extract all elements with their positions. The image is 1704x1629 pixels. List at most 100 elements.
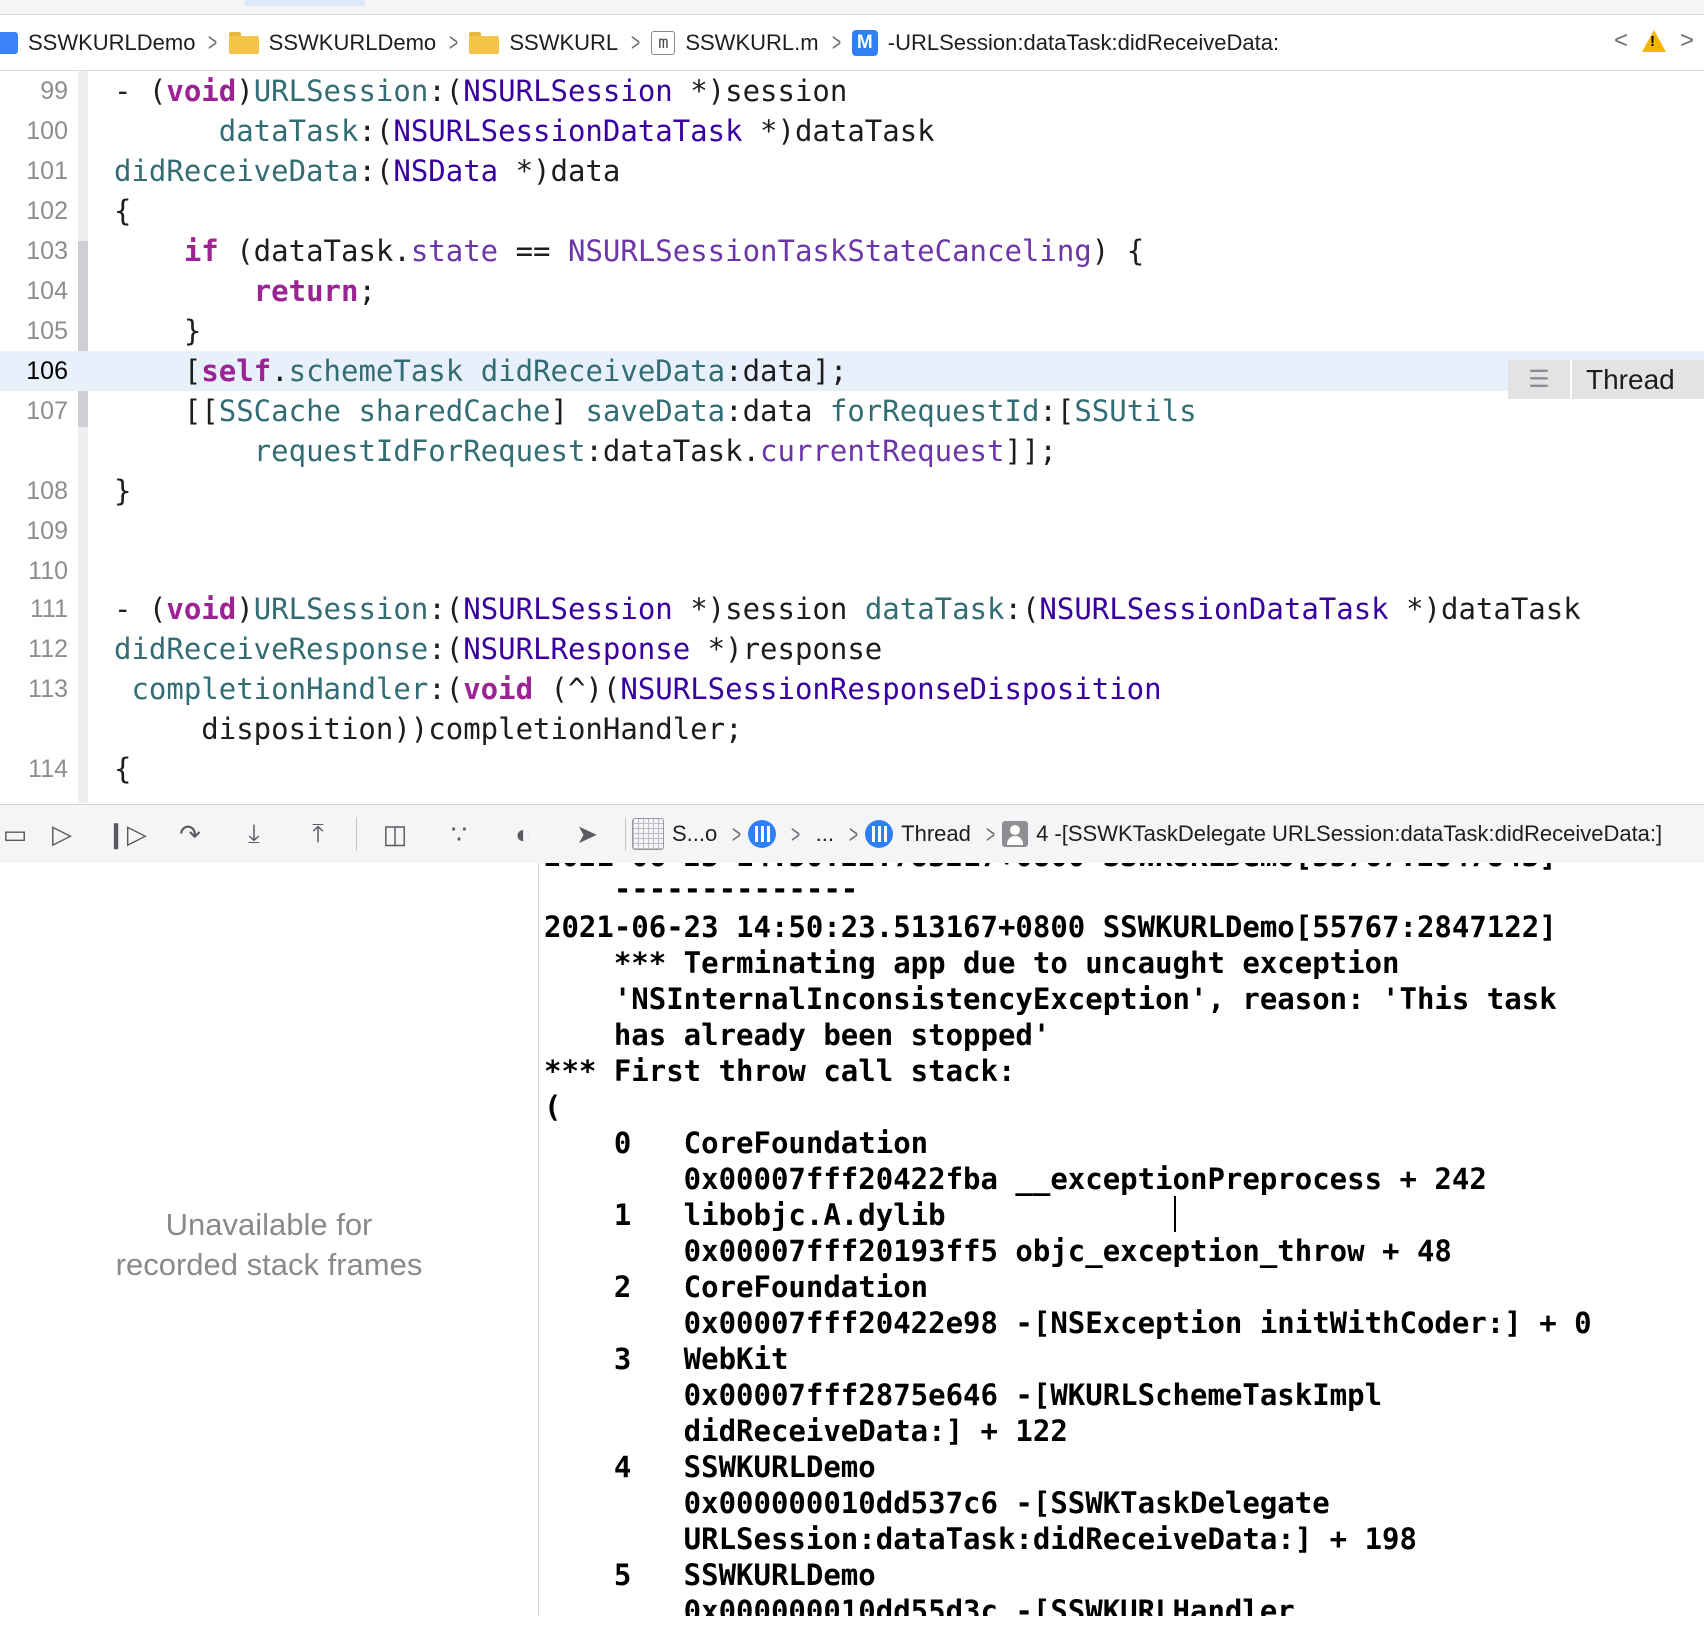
breadcrumb-label: SSWKURL.m bbox=[685, 29, 819, 55]
method-icon: M bbox=[851, 29, 878, 56]
folder-icon bbox=[469, 31, 500, 54]
list-icon: ☰ bbox=[1508, 360, 1572, 399]
breakpoints-toggle-icon[interactable]: ▷ bbox=[30, 805, 94, 863]
code-line[interactable]: 101 didReceiveData:(NSData *)data bbox=[0, 151, 1704, 191]
line-number: 100 bbox=[26, 117, 68, 145]
chevron-right-icon: > bbox=[985, 818, 996, 849]
code-text: { bbox=[114, 752, 132, 786]
debug-crumb-label: 4 -[SSWKTaskDelegate URLSession:dataTask… bbox=[1036, 821, 1663, 846]
debug-crumb-thread[interactable]: Thread bbox=[865, 820, 971, 848]
step-into-icon[interactable]: ⤓ bbox=[222, 805, 286, 863]
chevron-right-icon: > bbox=[791, 818, 801, 849]
breadcrumb-group-demo[interactable]: SSWKURLDemo bbox=[228, 29, 437, 56]
warning-icon[interactable]: ! bbox=[1641, 30, 1666, 52]
debug-crumb-label: ... bbox=[815, 821, 834, 846]
chevron-right-icon[interactable]: > bbox=[1680, 27, 1694, 55]
current-code-line[interactable]: 106 [self.schemeTask didReceiveData:data… bbox=[0, 351, 1704, 391]
console-line: 1 libobjc.A.dylib bbox=[544, 1198, 946, 1232]
line-number: 108 bbox=[26, 477, 68, 505]
code-line[interactable]: 102 { bbox=[0, 191, 1704, 231]
environment-overrides-icon[interactable]: ◐ bbox=[491, 805, 555, 863]
debug-crumb-process[interactable]: S...o bbox=[632, 818, 717, 850]
code-text: - (void)URLSession:(NSURLSession *)sessi… bbox=[114, 74, 848, 108]
project-icon bbox=[0, 31, 18, 54]
breadcrumb: SSWKURLDemo > SSWKURLDemo > SSWKURL > m … bbox=[0, 15, 1704, 71]
thread-icon bbox=[748, 820, 777, 848]
breadcrumb-label: SSWKURLDemo bbox=[28, 29, 196, 55]
tab-strip bbox=[0, 0, 1704, 15]
code-line[interactable]: 112 didReceiveResponse:(NSURLResponse *)… bbox=[0, 629, 1704, 669]
code-text: { bbox=[114, 194, 132, 228]
divider bbox=[625, 817, 626, 851]
console-line: 5 SSWKURLDemo bbox=[544, 1558, 876, 1592]
objc-file-icon: m bbox=[651, 30, 676, 55]
console-line: 0x00007fff20193ff5 objc_exception_throw … bbox=[544, 1234, 1452, 1268]
code-text: didReceiveResponse:(NSURLResponse *)resp… bbox=[114, 632, 883, 666]
console-line: 0x00007fff20422e98 -[NSException initWit… bbox=[544, 1306, 1592, 1340]
view-hierarchy-icon[interactable]: ◫ bbox=[363, 805, 427, 863]
code-text: [self.schemeTask didReceiveData:data]; bbox=[114, 354, 848, 388]
code-line[interactable]: 108 } bbox=[0, 471, 1704, 511]
code-line[interactable]: 113 completionHandler:(void (^)(NSURLSes… bbox=[0, 669, 1704, 709]
console-line: URLSession:dataTask:didReceiveData:] + 1… bbox=[544, 1522, 1417, 1556]
line-number: 102 bbox=[26, 197, 68, 225]
code-text: return; bbox=[253, 274, 376, 308]
code-line[interactable]: 107 [[SSCache sharedCache] saveData:data… bbox=[0, 391, 1704, 431]
source-editor[interactable]: 99 - (void)URLSession:(NSURLSession *)se… bbox=[0, 71, 1704, 803]
step-out-icon[interactable]: ⤒ bbox=[286, 805, 350, 863]
jumpbar-controls: < ! > bbox=[1614, 27, 1694, 55]
console-line: 0x000000010dd55d3c -[SSWKURLHandler bbox=[544, 1594, 1295, 1628]
code-line[interactable]: 114 { bbox=[0, 749, 1704, 789]
code-line[interactable]: 100 dataTask:(NSURLSessionDataTask *)dat… bbox=[0, 111, 1704, 151]
console-line: *** First throw call stack: bbox=[544, 1054, 1016, 1088]
code-text: - (void)URLSession:(NSURLSession *)sessi… bbox=[114, 592, 1581, 626]
thread-annotation[interactable]: ☰ Thread bbox=[1508, 360, 1704, 399]
chevron-left-icon[interactable]: < bbox=[1614, 27, 1628, 55]
divider bbox=[356, 817, 357, 851]
console-line: 0x00007fff20422fba __exceptionPreprocess… bbox=[544, 1162, 1487, 1196]
code-line[interactable]: 105 } bbox=[0, 311, 1704, 351]
console-line: has already been stopped' bbox=[544, 1018, 1051, 1052]
line-number: 107 bbox=[26, 397, 68, 425]
memory-graph-icon[interactable]: ∵ bbox=[427, 805, 491, 863]
breadcrumb-file[interactable]: m SSWKURL.m bbox=[651, 29, 819, 56]
hide-debug-area-icon[interactable]: ▭ bbox=[0, 805, 30, 863]
breadcrumb-label: SSWKURLDemo bbox=[268, 29, 437, 55]
folder-icon bbox=[228, 31, 259, 54]
breadcrumb-group-sswkurl[interactable]: SSWKURL bbox=[469, 30, 618, 56]
app-icon bbox=[632, 818, 664, 850]
console-line: didReceiveData:] + 122 bbox=[544, 1414, 1068, 1448]
code-line-wrap[interactable]: requestIdForRequest:dataTask.currentRequ… bbox=[0, 431, 1704, 471]
variables-view[interactable]: Unavailable for recorded stack frames bbox=[0, 863, 539, 1616]
code-line[interactable]: 109 bbox=[0, 511, 1704, 551]
code-line[interactable]: 103 if (dataTask.state == NSURLSessionTa… bbox=[0, 231, 1704, 271]
console-line: *** Terminating app due to uncaught exce… bbox=[544, 946, 1400, 980]
text-cursor bbox=[1174, 1196, 1176, 1232]
debug-bar: ▭ ▷ ❙▷ ↷ ⤓ ⤒ ◫ ∵ ◐ ➤ S...o > > ... > Thr… bbox=[0, 804, 1704, 864]
step-over-icon[interactable]: ↷ bbox=[158, 805, 222, 863]
simulate-location-icon[interactable]: ➤ bbox=[555, 805, 619, 863]
message-line: Unavailable for bbox=[165, 1207, 373, 1242]
breadcrumb-project[interactable]: SSWKURLDemo bbox=[0, 30, 195, 56]
code-line[interactable]: 111 - (void)URLSession:(NSURLSession *)s… bbox=[0, 589, 1704, 629]
console-line: 0x00007fff2875e646 -[WKURLSchemeTaskImpl bbox=[544, 1378, 1383, 1412]
code-line-wrap[interactable]: disposition))completionHandler; bbox=[0, 709, 1704, 749]
active-tab-hint[interactable] bbox=[245, 0, 365, 6]
code-line[interactable]: 104 return; bbox=[0, 271, 1704, 311]
line-number: 112 bbox=[28, 635, 68, 663]
code-text: if (dataTask.state == NSURLSessionTaskSt… bbox=[183, 234, 1145, 268]
continue-icon[interactable]: ❙▷ bbox=[94, 805, 158, 863]
console-line: 0x000000010dd537c6 -[SSWKTaskDelegate bbox=[544, 1486, 1330, 1520]
code-line[interactable]: 99 - (void)URLSession:(NSURLSession *)se… bbox=[0, 71, 1704, 111]
debug-crumb-frame[interactable]: 4 -[SSWKTaskDelegate URLSession:dataTask… bbox=[1002, 821, 1662, 847]
debug-crumb-label: Thread bbox=[901, 821, 971, 846]
code-text: [[SSCache sharedCache] saveData:data for… bbox=[114, 394, 1197, 428]
debug-crumb-thread-group[interactable]: > ... bbox=[748, 819, 834, 850]
chevron-right-icon: > bbox=[449, 27, 459, 57]
code-line[interactable]: 110 bbox=[0, 551, 1704, 591]
breadcrumb-method[interactable]: M -URLSession:dataTask:didReceiveData: bbox=[851, 29, 1280, 56]
breadcrumb-label: -URLSession:dataTask:didReceiveData: bbox=[887, 29, 1280, 55]
variables-unavailable-message: Unavailable for recorded stack frames bbox=[0, 1205, 538, 1285]
line-number: 114 bbox=[28, 755, 68, 783]
line-number: 99 bbox=[40, 77, 68, 105]
